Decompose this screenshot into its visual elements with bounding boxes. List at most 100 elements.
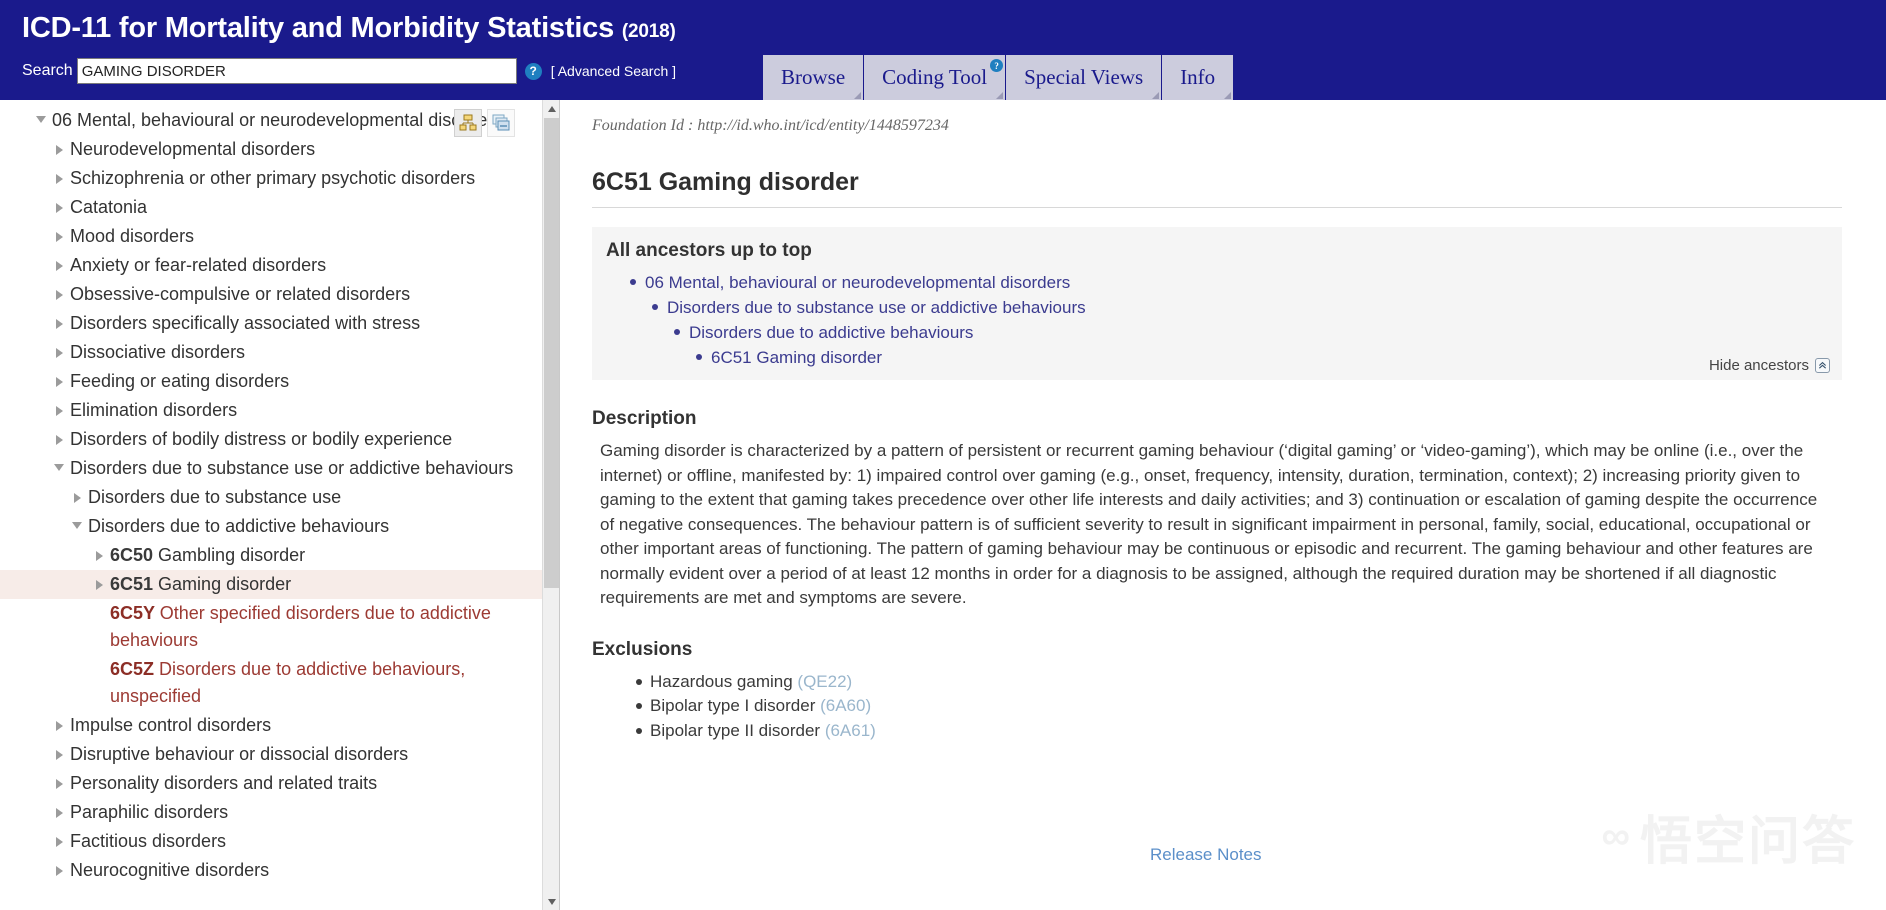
advanced-search-link[interactable]: [ Advanced Search ] [551,63,676,79]
tree-item-label: Neurodevelopmental disorders [70,139,316,159]
watermark: ∞ 悟空问答 [1601,799,1856,874]
tree-item[interactable]: Mood disorders [0,222,542,251]
exclusion-code-link[interactable]: (6A60) [820,696,871,715]
tree-item-code: 6C51 [110,574,159,594]
tab-browse[interactable]: Browse [761,55,865,100]
ancestor-item[interactable]: 6C51 Gaming disorder [696,345,1828,370]
watermark-text: 悟空问答 [1639,812,1856,872]
search-input[interactable] [76,58,517,84]
triangle-right-icon[interactable] [88,571,110,590]
hide-ancestors-button[interactable]: Hide ancestors [1709,357,1830,374]
tree-item[interactable]: Disorders due to addictive behaviours [0,512,542,541]
tree-item[interactable]: 6C5Y Other specified disorders due to ad… [0,599,542,655]
tree-item[interactable]: Neurocognitive disorders [0,856,542,885]
tree-item-label: Schizophrenia or other primary psychotic… [70,168,476,188]
exclusion-code-link[interactable]: (QE22) [797,672,852,691]
triangle-right-icon[interactable] [88,542,110,561]
tree-item[interactable]: 6C51 Gaming disorder [0,570,542,599]
tree-item[interactable]: Elimination disorders [0,396,542,425]
triangle-down-icon[interactable] [30,107,52,123]
triangle-right-icon[interactable] [48,368,70,387]
triangle-right-icon[interactable] [48,252,70,271]
exclusion-item[interactable]: Bipolar type I disorder (6A60) [636,694,1850,719]
release-notes-link[interactable]: Release Notes [1150,845,1262,865]
tree-item[interactable]: Schizophrenia or other primary psychotic… [0,164,542,193]
tree-item[interactable]: Anxiety or fear-related disorders [0,251,542,280]
triangle-right-icon[interactable] [48,828,70,847]
hide-ancestors-label: Hide ancestors [1708,357,1809,374]
tab-resize-corner-icon [854,92,862,99]
ancestor-link[interactable]: Disorders due to substance use or addict… [667,295,1086,320]
entity-detail-panel: Foundation Id : http://id.who.int/icd/en… [560,100,1886,910]
triangle-right-icon[interactable] [48,397,70,416]
ancestors-title: All ancestors up to top [606,240,812,261]
tree-item[interactable]: Impulse control disorders [0,711,542,740]
tab-info[interactable]: Info [1161,55,1235,100]
tree-item-label: 06 Mental, behavioural or neurodevelopme… [52,110,503,130]
tree-item[interactable]: Paraphilic disorders [0,798,542,827]
triangle-right-icon[interactable] [48,712,70,731]
tree-item[interactable]: Obsessive-compulsive or related disorder… [0,280,542,309]
tree-item[interactable]: Disorders due to substance use [0,483,542,512]
triangle-right-icon[interactable] [48,223,70,242]
tree-item-label: 6C5Y Other specified disorders due to ad… [110,603,491,650]
stacked-windows-icon[interactable] [487,109,515,137]
coding-tool-help-icon[interactable]: ? [990,59,1004,72]
tree-item[interactable]: Dissociative disorders [0,338,542,367]
exclusion-item[interactable]: Bipolar type II disorder (6A61) [636,719,1850,744]
triangle-right-icon[interactable] [48,310,70,329]
tree-item[interactable]: 6C5Z Disorders due to addictive behaviou… [0,655,542,711]
page-title-text: ICD-11 for Mortality and Morbidity Stati… [22,12,615,44]
ancestor-item[interactable]: Disorders due to substance use or addict… [652,295,1828,320]
triangle-right-icon[interactable] [48,799,70,818]
hierarchy-icon[interactable] [454,109,482,137]
scroll-down-icon[interactable] [543,893,559,910]
tree-list[interactable]: 06 Mental, behavioural or neurodevelopme… [0,100,542,910]
ancestor-item[interactable]: Disorders due to addictive behaviours [674,320,1828,345]
tree-item-label: Anxiety or fear-related disorders [70,255,327,275]
tree-item[interactable]: Disorders due to substance use or addict… [0,454,542,483]
tree-item[interactable]: Feeding or eating disorders [0,367,542,396]
triangle-right-icon[interactable] [48,339,70,358]
triangle-right-icon[interactable] [48,426,70,445]
tree-item[interactable]: Catatonia [0,193,542,222]
triangle-right-icon[interactable] [48,136,70,155]
exclusion-item[interactable]: Hazardous gaming (QE22) [636,670,1850,695]
hierarchy-tree-panel: 06 Mental, behavioural or neurodevelopme… [0,100,560,910]
tree-item[interactable]: Disorders specifically associated with s… [0,309,542,338]
bullet-icon [674,329,680,335]
tree-item-label: Disruptive behaviour or dissocial disord… [70,744,409,764]
search-label: Search [22,62,73,79]
triangle-right-icon[interactable] [48,741,70,760]
ancestor-link[interactable]: 06 Mental, behavioural or neurodevelopme… [645,270,1070,295]
tab-special-views[interactable]: Special Views [1005,55,1163,100]
tree-item-label: Catatonia [70,197,148,217]
triangle-right-icon[interactable] [48,165,70,184]
tree-item[interactable]: Personality disorders and related traits [0,769,542,798]
triangle-right-icon[interactable] [66,484,88,503]
triangle-right-icon[interactable] [48,281,70,300]
content-area: 06 Mental, behavioural or neurodevelopme… [0,100,1886,910]
ancestor-item[interactable]: 06 Mental, behavioural or neurodevelopme… [630,270,1828,295]
tab-coding-tool[interactable]: Coding Tool ? [863,55,1007,100]
tree-item-label: 6C51 Gaming disorder [110,574,292,594]
triangle-down-icon[interactable] [66,513,88,529]
scrollbar-thumb[interactable] [544,118,559,588]
triangle-down-icon[interactable] [48,455,70,471]
scroll-up-icon[interactable] [543,100,559,117]
exclusion-code-link[interactable]: (6A61) [825,721,876,740]
search-help-icon[interactable]: ? [524,62,542,80]
tree-scrollbar[interactable] [542,100,559,910]
ancestor-link[interactable]: Disorders due to addictive behaviours [689,320,973,345]
tree-item[interactable]: Disorders of bodily distress or bodily e… [0,425,542,454]
tree-item[interactable]: Disruptive behaviour or dissocial disord… [0,740,542,769]
tree-item[interactable]: Factitious disorders [0,827,542,856]
triangle-right-icon[interactable] [48,770,70,789]
tree-item[interactable]: 6C50 Gambling disorder [0,541,542,570]
triangle-right-icon[interactable] [48,857,70,876]
tree-item[interactable]: Neurodevelopmental disorders [0,135,542,164]
ancestor-link[interactable]: 6C51 Gaming disorder [711,345,882,370]
tab-special-views-label: Special Views [1024,65,1144,89]
triangle-right-icon[interactable] [48,194,70,213]
